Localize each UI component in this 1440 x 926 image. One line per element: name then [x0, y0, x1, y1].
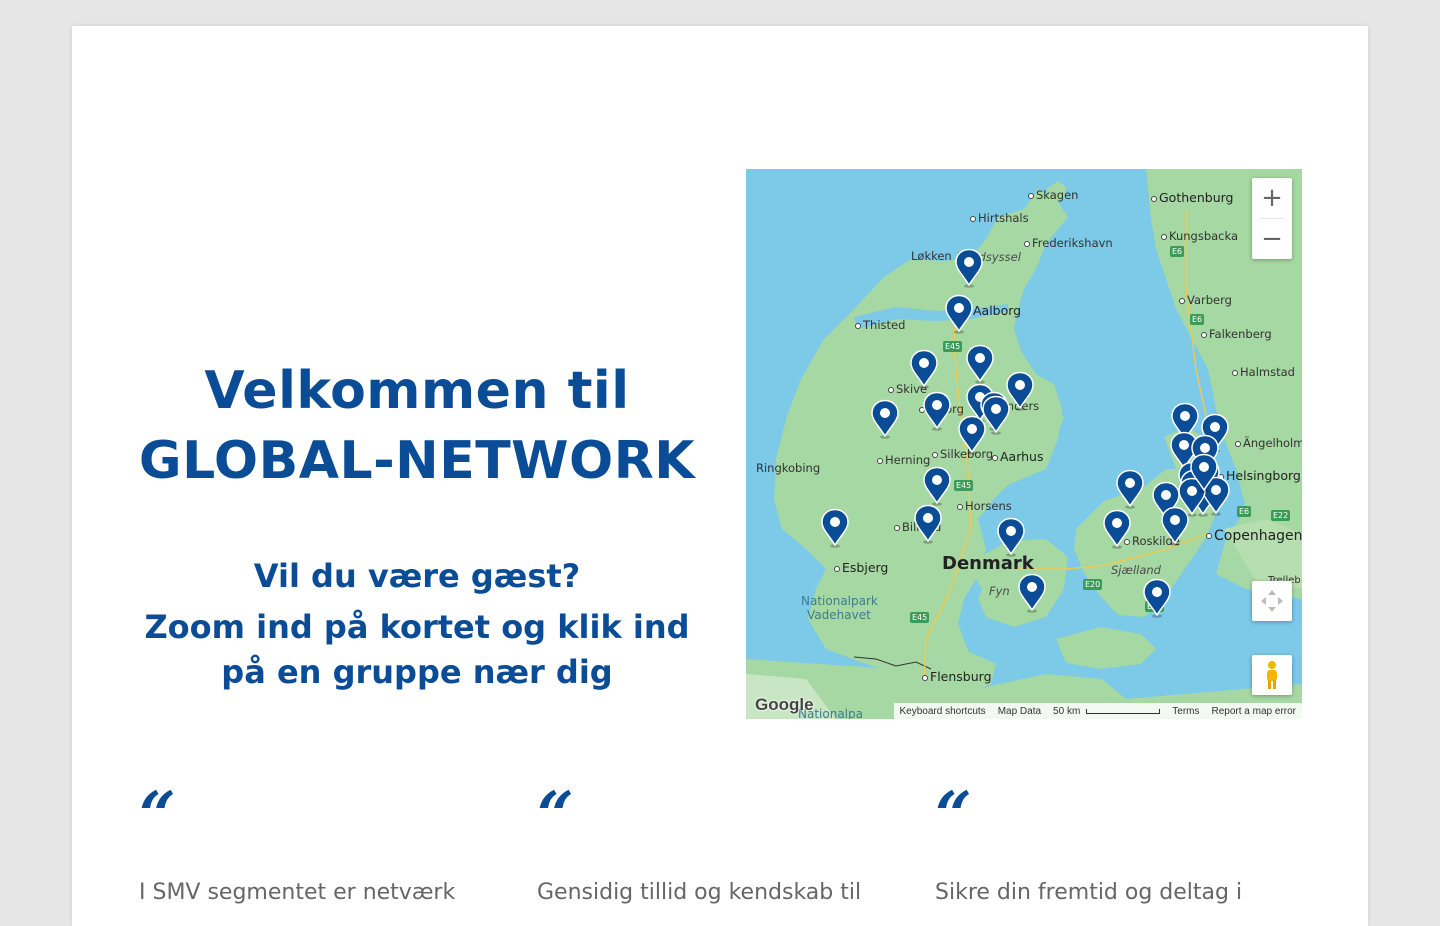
map-label-horsens: Horsens — [957, 499, 1012, 513]
hero-subtitle-question: Vil du være gæst? — [253, 557, 581, 595]
road-shield-e20: E20 — [1083, 579, 1103, 590]
road-shield-e22: E22 — [1271, 510, 1291, 521]
quote-mark-icon: “ — [139, 778, 176, 853]
map-label-nationalpark: Nationalpark — [801, 594, 878, 608]
map-label-flensburg: Flensburg — [922, 669, 992, 684]
map-pin-icon — [997, 517, 1025, 557]
zoom-out-button[interactable]: − — [1252, 219, 1292, 259]
group-marker[interactable] — [1142, 578, 1172, 618]
quote-text: I SMV segmentet er netværk — [139, 880, 456, 905]
map-label-varberg: Varberg — [1179, 293, 1232, 307]
map-pin-icon — [914, 504, 942, 544]
group-marker[interactable] — [913, 504, 943, 544]
map-scale-label: 50 km — [1053, 705, 1081, 717]
group-marker[interactable] — [922, 466, 952, 506]
quote-mark-icon: “ — [537, 778, 574, 853]
map-data-link[interactable]: Map Data — [992, 706, 1047, 717]
group-marker[interactable] — [1102, 509, 1132, 549]
group-marker[interactable] — [1017, 573, 1047, 613]
map-label-hirtshals: Hirtshals — [970, 211, 1029, 225]
road-shield-e45: E45 — [943, 341, 963, 352]
map-label-kungsbacka: Kungsbacka — [1161, 229, 1238, 243]
group-marker[interactable] — [909, 349, 939, 389]
group-marker[interactable] — [957, 415, 987, 455]
quote-card: “ Gensidig tillid og kendskab til — [537, 778, 897, 908]
keyboard-shortcuts-link[interactable]: Keyboard shortcuts — [894, 706, 992, 717]
group-marker[interactable] — [944, 294, 974, 334]
map-pin-icon — [871, 399, 899, 439]
google-logo: Google — [755, 695, 814, 714]
report-map-error-link[interactable]: Report a map error — [1206, 706, 1302, 717]
map-label-falkenberg: Falkenberg — [1201, 327, 1272, 341]
hero-title: Velkommen til GLOBAL-NETWORK — [72, 356, 762, 496]
hero-title-line1: Velkommen til — [204, 361, 630, 421]
map-scale[interactable]: 50 km — [1047, 706, 1166, 717]
map-pin-icon — [1190, 453, 1218, 493]
road-shield-e45: E45 — [910, 612, 930, 623]
map-label-thisted: Thisted — [855, 318, 905, 332]
map-pin-icon — [1103, 509, 1131, 549]
road-shield-e45: E45 — [954, 480, 974, 491]
map-pin-icon — [821, 508, 849, 548]
map-label-herning: Herning — [877, 453, 930, 467]
map-label-frederikshavn: Frederikshavn — [1024, 236, 1113, 250]
map-label-ringkobing: Ringkobing — [756, 461, 821, 475]
street-view-pegman-button[interactable] — [1252, 655, 1292, 695]
map-attribution-bar: Keyboard shortcuts Map Data 50 km Terms … — [893, 703, 1302, 719]
map-label-esbjerg: Esbjerg — [834, 560, 888, 575]
quote-card: “ I SMV segmentet er netværk — [139, 778, 499, 908]
road-shield-e6: E6 — [1237, 506, 1252, 517]
group-marker[interactable] — [954, 248, 984, 288]
zoom-control: + − — [1252, 178, 1292, 259]
camera-control-button[interactable] — [1252, 581, 1292, 621]
map-pin-icon — [958, 415, 986, 455]
group-marker[interactable] — [965, 344, 995, 384]
quote-mark-icon: “ — [935, 778, 972, 853]
quote-text: Sikre din fremtid og deltag i — [935, 880, 1243, 905]
hero-subtitle-instruction: Zoom ind på kortet og klik ind på en gru… — [72, 605, 762, 695]
map-pin-icon — [955, 248, 983, 288]
map-pin-icon — [1143, 578, 1171, 618]
quote-card: “ Sikre din fremtid og deltag i — [935, 778, 1295, 908]
map-label-skagen: Skagen — [1028, 188, 1078, 202]
map-pin-icon — [910, 349, 938, 389]
map-label-fyn: Fyn — [989, 584, 1010, 598]
map-label-aarhus: Aarhus — [992, 449, 1044, 464]
terms-link[interactable]: Terms — [1166, 706, 1205, 717]
group-marker[interactable] — [996, 517, 1026, 557]
page-container: Velkommen til GLOBAL-NETWORK Vil du være… — [72, 26, 1368, 926]
hero-title-line2: GLOBAL-NETWORK — [138, 431, 696, 491]
group-marker[interactable] — [870, 399, 900, 439]
group-marker[interactable] — [820, 508, 850, 548]
group-map[interactable]: Skagen Hirtshals Frederikshavn Løkken Ve… — [746, 169, 1302, 719]
hero-section: Velkommen til GLOBAL-NETWORK Vil du være… — [72, 356, 762, 695]
map-pin-icon — [923, 391, 951, 431]
hero-subtitle-line3: på en gruppe nær dig — [221, 653, 613, 691]
map-pin-icon — [923, 466, 951, 506]
map-label-angelholm: Ängelholm — [1235, 436, 1302, 450]
map-pin-icon — [966, 344, 994, 384]
map-label-copenhagen: Copenhagen — [1206, 528, 1302, 544]
group-marker[interactable] — [922, 391, 952, 431]
road-shield-e6: E6 — [1190, 314, 1205, 325]
map-pin-icon — [1018, 573, 1046, 613]
camera-move-icon — [1261, 590, 1283, 612]
hero-subtitle: Vil du være gæst? Zoom ind på kortet og … — [72, 554, 762, 695]
map-label-sjaelland: Sjælland — [1111, 563, 1161, 577]
map-label-halmstad: Halmstad — [1232, 365, 1295, 379]
group-marker[interactable] — [1115, 469, 1145, 509]
map-scale-bar — [1086, 708, 1161, 714]
pegman-icon — [1267, 661, 1277, 689]
map-pin-icon — [945, 294, 973, 334]
group-marker[interactable] — [1189, 453, 1219, 493]
map-label-lokken: Løkken — [911, 249, 952, 263]
road-shield-e6: E6 — [1170, 246, 1185, 257]
quote-text: Gensidig tillid og kendskab til — [537, 880, 862, 905]
map-pin-icon — [1116, 469, 1144, 509]
hero-subtitle-line2: Zoom ind på kortet og klik ind — [144, 608, 690, 646]
map-label-vadehavet: Vadehavet — [807, 608, 871, 622]
map-label-gothenburg: Gothenburg — [1151, 190, 1233, 205]
zoom-in-button[interactable]: + — [1252, 178, 1292, 218]
